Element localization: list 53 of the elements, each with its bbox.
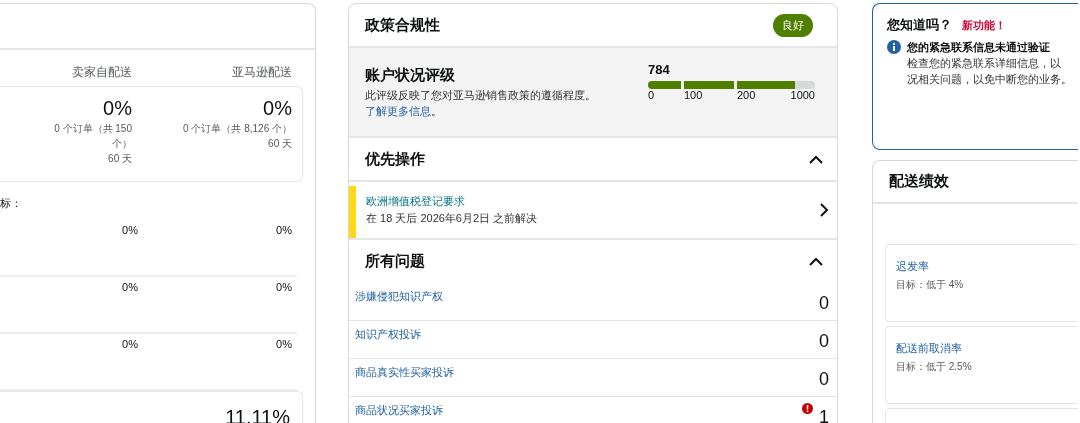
notice-text: 检查您的紧急联系详细信息，以 — [907, 56, 1062, 71]
collapse-icon[interactable] — [809, 257, 823, 266]
chevron-right-icon[interactable] — [820, 203, 829, 217]
rate-value: 0% — [121, 224, 138, 238]
issue-link[interactable]: 涉嫌侵犯知识产权 — [355, 289, 443, 320]
score-value: 784 — [648, 62, 671, 77]
status-pill: 良好 — [773, 13, 813, 37]
section-title: 账户状况评级 — [365, 66, 456, 85]
issue-count: 0 — [819, 369, 829, 390]
tick-label: 100 — [684, 89, 704, 101]
issue-link[interactable]: 知识产权投诉 — [355, 327, 421, 358]
tick-label: 1000 — [790, 89, 815, 101]
card-title: 您知道吗？ — [887, 16, 952, 34]
target-text: 目标：低于 4% — [896, 278, 965, 292]
rate-value: 0% — [103, 96, 132, 121]
new-label: 新功能！ — [962, 18, 1006, 33]
issue-count: 0 — [819, 331, 829, 352]
target-label: 标： — [0, 197, 22, 209]
period-text: 60 天 — [268, 137, 292, 151]
issue-link[interactable]: 商品状况买家投诉 — [355, 403, 443, 423]
notice-text: 况相关问题，以免中断您的业务。 — [907, 72, 1072, 87]
learn-more-link[interactable]: 了解更多信息 — [365, 105, 431, 117]
metric-link[interactable]: 迟发率 — [896, 259, 1068, 274]
rate-value: 0% — [263, 96, 292, 121]
tick-label: 200 — [737, 89, 757, 101]
issue-count: 0 — [819, 293, 829, 314]
rate-value: 0% — [121, 338, 138, 352]
tick-label: 0 — [648, 89, 656, 101]
notice-heading: 您的紧急联系信息未通过验证 — [907, 40, 1051, 55]
issue-count: 1 — [819, 407, 829, 423]
rate-value: 0% — [275, 338, 292, 352]
issue-link[interactable]: 商品真实性买家投诉 — [355, 365, 454, 396]
section-title: 优先操作 — [365, 149, 425, 169]
card-title: 配送绩效 — [889, 172, 949, 191]
warning-stripe — [349, 186, 356, 238]
deadline-text: 在 18 天后 2026年6月2日 之前解决 — [366, 211, 539, 226]
section-title: 所有问题 — [365, 252, 425, 271]
column-header: 卖家自配送 — [71, 64, 132, 81]
order-count: 0 个订单（共 8,126 个） — [182, 122, 292, 136]
column-header: 亚马逊配送 — [231, 64, 292, 81]
rate-value: 0% — [275, 281, 292, 295]
metric-link[interactable]: 配送前取消率 — [896, 341, 1068, 356]
alert-icon — [802, 403, 813, 414]
rate-value: 0% — [121, 281, 138, 295]
rate-value: 0% — [275, 224, 292, 238]
collapse-icon[interactable] — [809, 154, 823, 164]
card-title: 政策合规性 — [365, 15, 440, 35]
action-link[interactable]: 欧洲增值税登记要求 — [366, 194, 820, 209]
description-text: 此评级反映了您对亚马逊销售政策的遵循程度。 了解更多信息。 — [365, 88, 597, 119]
order-count: 0 个订单（共 150 个） — [53, 122, 132, 151]
target-text: 目标：低于 2.5% — [896, 360, 973, 374]
info-icon — [887, 40, 901, 54]
period-text: 60 天 — [108, 152, 132, 166]
